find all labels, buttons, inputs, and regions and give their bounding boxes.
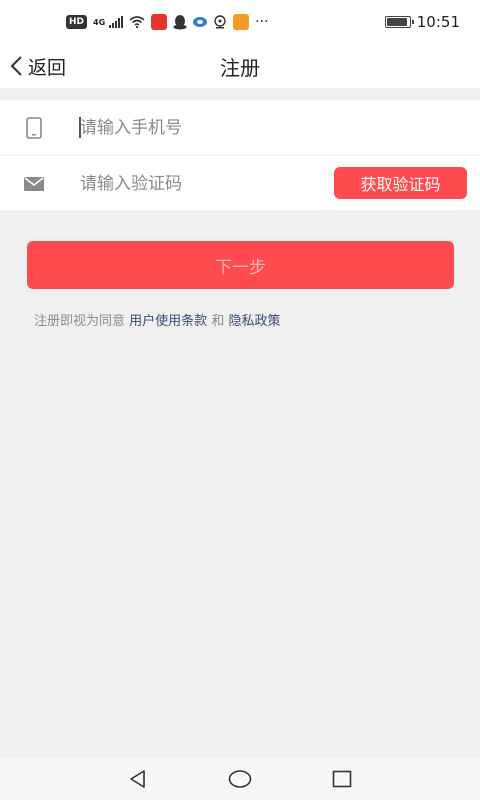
nav-bar: 返回 注册 xyxy=(0,44,480,88)
signal-icon xyxy=(109,16,124,28)
hd-badge: HD xyxy=(66,15,88,29)
status-icons: HD 4G ··· xyxy=(66,14,269,30)
register-screen: HD 4G ··· 10:51 返回 注册 请输入手机号 请输入验证码 获取验证… xyxy=(0,0,480,800)
agreement-prefix: 注册即视为同意 xyxy=(34,314,126,329)
chevron-left-icon xyxy=(10,56,22,76)
app-icon-red xyxy=(151,14,168,30)
terms-link[interactable]: 用户使用条款 xyxy=(129,314,207,329)
network-type: 4G xyxy=(93,17,106,27)
back-button[interactable]: 返回 xyxy=(8,44,66,88)
qq-penguin-icon xyxy=(173,14,187,29)
agreement-text: 注册即视为同意 用户使用条款 和 隐私政策 xyxy=(34,310,280,329)
phone-input[interactable] xyxy=(80,100,320,155)
app-icon-blue xyxy=(193,17,208,27)
phone-icon xyxy=(22,100,46,155)
privacy-link[interactable]: 隐私政策 xyxy=(228,314,280,329)
code-row: 获取验证码 xyxy=(0,155,480,211)
system-nav-bar xyxy=(0,758,480,800)
next-step-button[interactable]: 下一步 xyxy=(27,241,454,289)
phone-row xyxy=(0,100,480,155)
battery-fill xyxy=(386,18,407,26)
back-label: 返回 xyxy=(28,56,67,79)
system-home-button[interactable] xyxy=(220,758,260,800)
clock: 10:51 xyxy=(416,13,460,31)
system-recents-button[interactable] xyxy=(322,758,362,800)
register-form: 获取验证码 xyxy=(0,100,480,211)
square-recents-icon xyxy=(332,770,352,788)
status-right: 10:51 xyxy=(384,13,460,31)
triangle-back-icon xyxy=(130,770,145,788)
more-dots-icon: ··· xyxy=(255,14,269,30)
page-title: 注册 xyxy=(220,55,260,80)
verification-code-input[interactable] xyxy=(80,156,320,211)
app-icon-orange xyxy=(233,14,250,30)
status-bar: HD 4G ··· 10:51 xyxy=(0,0,480,44)
circle-home-icon xyxy=(228,770,252,788)
wifi-icon xyxy=(129,16,145,28)
system-back-button[interactable] xyxy=(118,758,158,800)
agreement-and: 和 xyxy=(211,314,225,329)
location-icon xyxy=(214,15,226,29)
get-code-button[interactable]: 获取验证码 xyxy=(334,167,467,199)
battery-icon xyxy=(384,16,414,28)
mail-icon xyxy=(22,156,46,211)
